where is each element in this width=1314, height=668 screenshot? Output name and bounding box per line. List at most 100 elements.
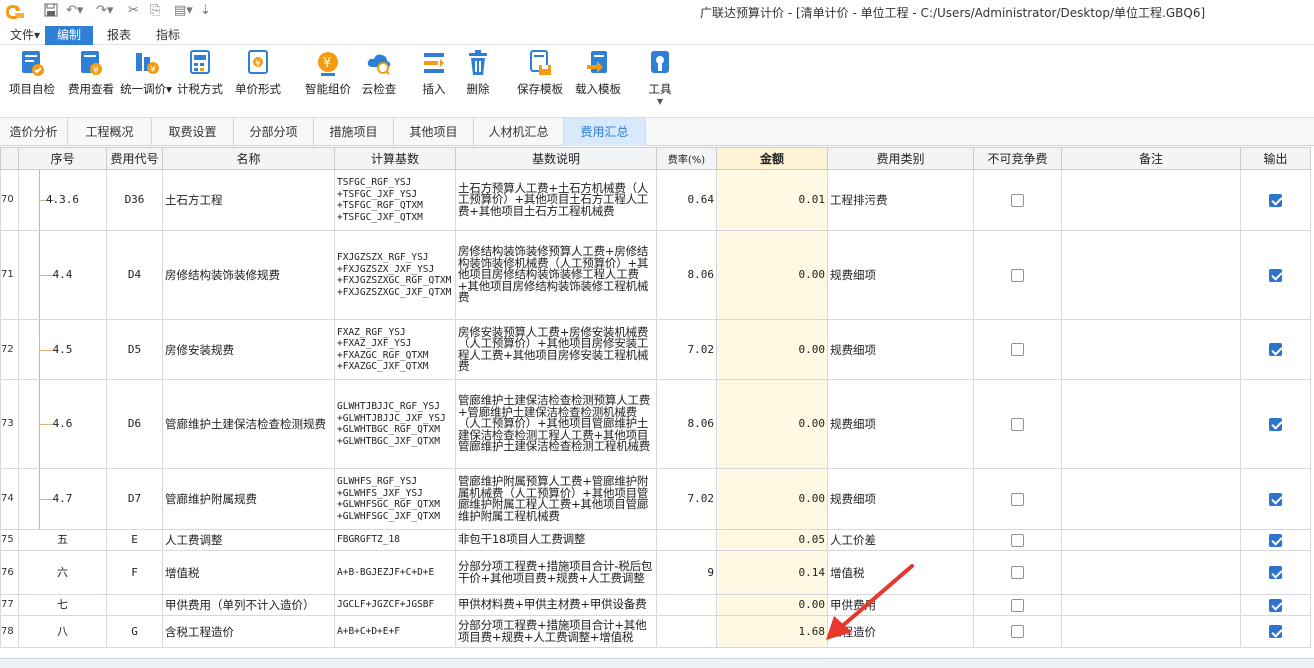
header-base-desc[interactable]: 基数说明 bbox=[455, 147, 657, 170]
code-cell[interactable] bbox=[106, 594, 163, 616]
table-row[interactable]: 73 4.6 D6 管廊维护土建保洁检查检测规费 GLWHTJBJJC_RGF_YSJ … bbox=[0, 379, 1311, 469]
menu-index[interactable]: 指标 bbox=[146, 26, 190, 45]
base-desc-cell[interactable]: 分部分项工程费+措施项目合计-税后包干价+其他项目费+规费+人工费调整 bbox=[455, 550, 657, 595]
table-row[interactable]: 74 4.7 D7 管廊维护附属规费 GLWHFS_RGF_YSJ +GLWHFS_JX… bbox=[0, 468, 1311, 530]
name-cell[interactable]: 土石方工程 bbox=[162, 169, 335, 231]
code-cell[interactable]: D6 bbox=[106, 379, 163, 469]
base-desc-cell[interactable]: 房修结构装饰装修预算人工费+房修结构装饰装修机械费（人工预算价）+其他项目房修结… bbox=[455, 230, 657, 320]
name-cell[interactable]: 管廊维护附属规费 bbox=[162, 468, 335, 530]
seq-cell[interactable]: 4.7 bbox=[18, 468, 107, 530]
undo-icon[interactable]: ↶▾ bbox=[66, 3, 83, 19]
amount-cell[interactable]: 0.05 bbox=[716, 529, 828, 551]
seq-cell[interactable]: 六 bbox=[18, 550, 107, 595]
delete-button[interactable]: 删除 bbox=[460, 49, 496, 97]
rate-cell[interactable]: 7.02 bbox=[656, 319, 717, 380]
tax-method-button[interactable]: 计税方式 bbox=[173, 49, 227, 97]
seq-cell[interactable]: 八 bbox=[18, 615, 107, 648]
category-cell[interactable]: 人工价差 bbox=[827, 529, 974, 551]
category-cell[interactable]: 工程排污费 bbox=[827, 169, 974, 231]
category-cell[interactable]: 工程造价 bbox=[827, 615, 974, 648]
noncompetitive-checkbox[interactable] bbox=[1011, 566, 1024, 579]
tab-cost-analysis[interactable]: 造价分析 bbox=[0, 118, 68, 146]
seq-cell[interactable]: 五 bbox=[18, 529, 107, 551]
base-cell[interactable]: FXAZ_RGF_YSJ +FXAZ_JXF_YSJ +FXAZGC_RGF_Q… bbox=[334, 319, 456, 380]
tab-measures[interactable]: 措施项目 bbox=[314, 118, 394, 146]
output-checkbox[interactable] bbox=[1269, 417, 1282, 431]
base-cell[interactable]: FXJGZSZX_RGF_YSJ +FXJGZSZX_JXF_YSJ +FXJG… bbox=[334, 230, 456, 320]
unit-price-form-button[interactable]: ¥ 单价形式 bbox=[230, 49, 286, 97]
seq-cell[interactable]: 4.3.6 bbox=[18, 169, 107, 231]
menu-edit[interactable]: 编制 bbox=[45, 26, 93, 45]
base-cell[interactable]: A+B+C+D+E+F bbox=[334, 615, 456, 648]
remark-cell[interactable] bbox=[1061, 594, 1241, 616]
remark-cell[interactable] bbox=[1061, 230, 1241, 320]
code-cell[interactable]: D7 bbox=[106, 468, 163, 530]
name-cell[interactable]: 管廊维护土建保洁检查检测规费 bbox=[162, 379, 335, 469]
amount-cell[interactable]: 0.00 bbox=[716, 230, 828, 320]
noncompetitive-checkbox[interactable] bbox=[1011, 193, 1024, 207]
noncompetitive-checkbox[interactable] bbox=[1011, 625, 1024, 638]
remark-cell[interactable] bbox=[1061, 550, 1241, 595]
output-checkbox[interactable] bbox=[1269, 625, 1282, 638]
seq-cell[interactable]: 4.5 bbox=[18, 319, 107, 380]
amount-cell[interactable]: 1.68 bbox=[716, 615, 828, 648]
insert-button[interactable]: 插入 bbox=[416, 49, 452, 97]
table-row[interactable]: 75 五 E 人工费调整 FBGRGFTZ_18 非包干18项目人工费调整 0.05 人工价差 bbox=[0, 529, 1311, 551]
code-cell[interactable]: D4 bbox=[106, 230, 163, 320]
base-desc-cell[interactable]: 管廊维护土建保洁检查检测预算人工费+管廊维护土建保洁检查检测机械费（人工预算价）… bbox=[455, 379, 657, 469]
name-cell[interactable]: 房修结构装饰装修规费 bbox=[162, 230, 335, 320]
smart-pricing-button[interactable]: ¥ 智能组价 bbox=[300, 49, 356, 97]
header-amount[interactable]: 金额 bbox=[716, 147, 828, 170]
header-code[interactable]: 费用代号 bbox=[106, 147, 163, 170]
seq-cell[interactable]: 4.6 bbox=[18, 379, 107, 469]
category-cell[interactable]: 增值税 bbox=[827, 550, 974, 595]
table-row[interactable]: 78 八 G 含税工程造价 A+B+C+D+E+F 分部分项工程费+措施项目合计+其他项目… bbox=[0, 615, 1311, 648]
base-desc-cell[interactable]: 分部分项工程费+措施项目合计+其他项目费+规费+人工费调整+增值税 bbox=[455, 615, 657, 648]
cloud-check-button[interactable]: 云检查 bbox=[356, 49, 402, 97]
table-row[interactable]: 77 七 甲供费用（单列不计入造价） JGCLF+JGZCF+JGSBF 甲供材料费+甲… bbox=[0, 594, 1311, 616]
noncompetitive-checkbox[interactable] bbox=[1011, 417, 1024, 431]
remark-cell[interactable] bbox=[1061, 379, 1241, 469]
tab-project-overview[interactable]: 工程概况 bbox=[68, 118, 152, 146]
rate-cell[interactable]: 9 bbox=[656, 550, 717, 595]
output-checkbox[interactable] bbox=[1269, 268, 1282, 282]
remark-cell[interactable] bbox=[1061, 319, 1241, 380]
amount-cell[interactable]: 0.01 bbox=[716, 169, 828, 231]
amount-cell[interactable]: 0.00 bbox=[716, 594, 828, 616]
remark-cell[interactable] bbox=[1061, 615, 1241, 648]
header-base[interactable]: 计算基数 bbox=[334, 147, 456, 170]
name-cell[interactable]: 增值税 bbox=[162, 550, 335, 595]
noncompetitive-checkbox[interactable] bbox=[1011, 492, 1024, 506]
remark-cell[interactable] bbox=[1061, 468, 1241, 530]
seq-cell[interactable]: 4.4 bbox=[18, 230, 107, 320]
category-cell[interactable]: 规费细项 bbox=[827, 319, 974, 380]
category-cell[interactable]: 规费细项 bbox=[827, 468, 974, 530]
output-checkbox[interactable] bbox=[1269, 566, 1282, 579]
tab-sub-items[interactable]: 分部分项 bbox=[234, 118, 314, 146]
redo-icon[interactable]: ↷▾ bbox=[96, 3, 113, 19]
noncompetitive-checkbox[interactable] bbox=[1011, 268, 1024, 282]
base-desc-cell[interactable]: 土石方预算人工费+土石方机械费（人工预算价）+其他项目土石方工程人工费+其他项目… bbox=[455, 169, 657, 231]
save-template-button[interactable]: 保存模板 bbox=[512, 49, 568, 97]
remark-cell[interactable] bbox=[1061, 169, 1241, 231]
header-seq[interactable]: 序号 bbox=[18, 147, 107, 170]
header-noncompetitive[interactable]: 不可竞争费 bbox=[973, 147, 1062, 170]
base-cell[interactable]: GLWHTJBJJC_RGF_YSJ +GLWHTJBJJC_JXF_YSJ +… bbox=[334, 379, 456, 469]
amount-cell[interactable]: 0.00 bbox=[716, 319, 828, 380]
rate-cell[interactable]: 0.64 bbox=[656, 169, 717, 231]
unified-price-adjust-button[interactable]: ¥ 统一调价▾ bbox=[119, 49, 173, 97]
rate-cell[interactable] bbox=[656, 594, 717, 616]
tab-other-items[interactable]: 其他项目 bbox=[394, 118, 474, 146]
load-template-button[interactable]: 载入模板 bbox=[570, 49, 626, 97]
menu-file[interactable]: 文件▾ bbox=[0, 26, 50, 45]
output-checkbox[interactable] bbox=[1269, 533, 1282, 547]
fee-view-button[interactable]: ¥ 费用查看 bbox=[63, 49, 119, 97]
output-checkbox[interactable] bbox=[1269, 492, 1282, 506]
code-cell[interactable]: D5 bbox=[106, 319, 163, 380]
tools-button[interactable]: 工具 ▼ bbox=[642, 49, 678, 106]
cut-icon[interactable]: ✂ bbox=[128, 3, 139, 19]
base-desc-cell[interactable]: 非包干18项目人工费调整 bbox=[455, 529, 657, 551]
table-row[interactable]: 71 4.4 D4 房修结构装饰装修规费 FXJGZSZX_RGF_YSJ +FXJGZ… bbox=[0, 230, 1311, 320]
table-row[interactable]: 76 六 F 增值税 A+B-BGJEZJF+C+D+E 分部分项工程费+措施项目合计-税… bbox=[0, 550, 1311, 595]
paste-icon[interactable]: ▤▾ bbox=[174, 3, 193, 19]
